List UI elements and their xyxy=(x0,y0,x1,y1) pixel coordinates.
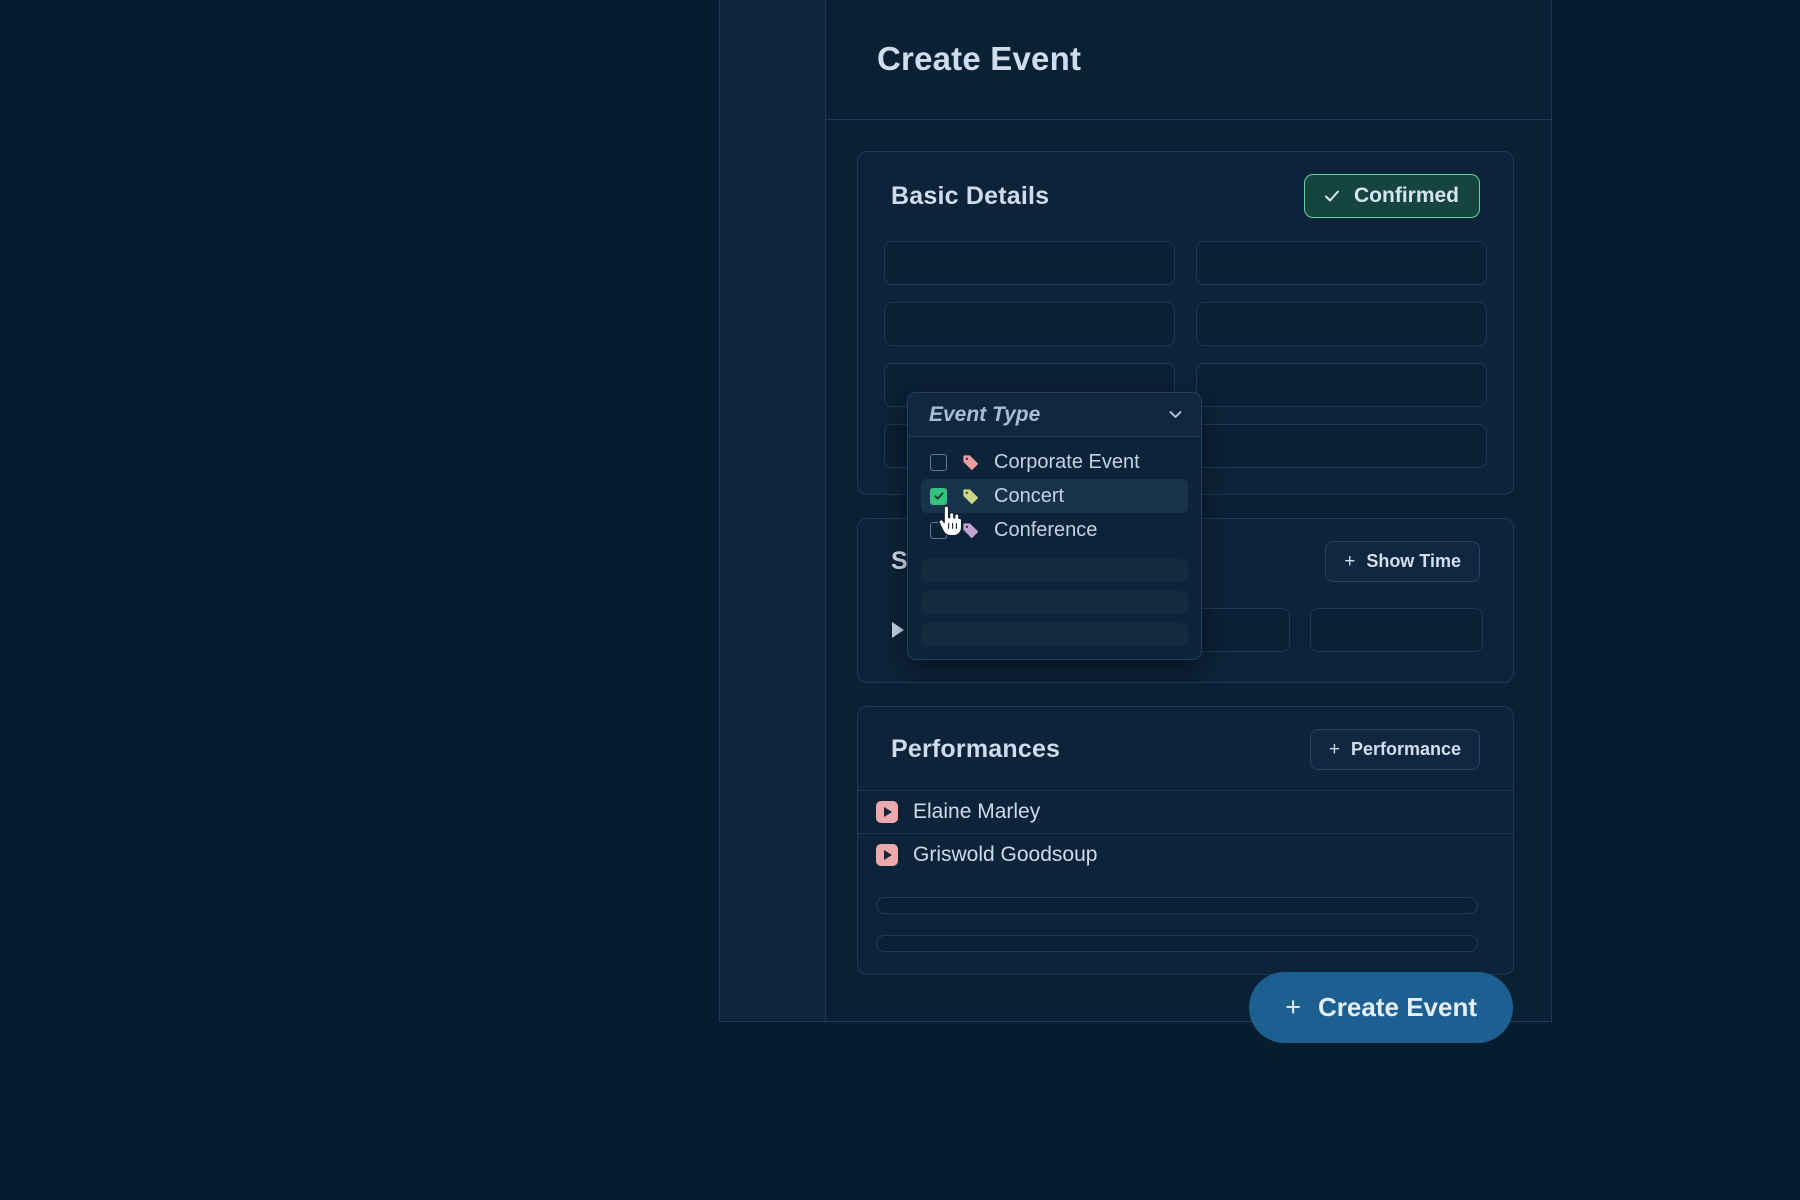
tag-icon xyxy=(961,487,980,506)
dropdown-skeleton-row xyxy=(921,591,1188,614)
performances-header: Performances + Performance xyxy=(858,707,1513,774)
list-item[interactable]: Griswold Goodsoup xyxy=(858,833,1513,876)
event-type-option-list: Corporate Event Concert Conference xyxy=(908,437,1201,659)
status-badge-label: Confirmed xyxy=(1354,184,1459,207)
performances-panel: Performances + Performance Elaine Marley… xyxy=(857,706,1514,975)
play-triangle-icon[interactable] xyxy=(892,622,904,638)
option-concert[interactable]: Concert xyxy=(921,479,1188,537)
chevron-down-icon xyxy=(1166,405,1185,424)
add-show-time-label: Show Time xyxy=(1366,551,1461,571)
performance-skeletons xyxy=(858,876,1513,974)
create-event-button[interactable]: + Create Event xyxy=(1249,972,1513,1043)
basic-details-title: Basic Details xyxy=(891,181,1050,210)
form-field-8[interactable] xyxy=(1196,424,1487,468)
performance-skeleton-row xyxy=(876,897,1478,914)
dropdown-skeleton-row xyxy=(921,623,1188,646)
status-badge[interactable]: Confirmed xyxy=(1304,174,1480,218)
option-checkbox[interactable] xyxy=(930,521,947,539)
plus-icon: + xyxy=(1344,551,1356,572)
tag-icon xyxy=(961,521,980,540)
event-type-placeholder: Event Type xyxy=(929,402,1041,426)
form-field-2[interactable] xyxy=(1196,241,1487,285)
option-corporate-event[interactable]: Corporate Event xyxy=(921,445,1188,479)
show-time-field-3[interactable] xyxy=(1310,608,1483,652)
app-window: Create Event Basic Details Confirmed Eve… xyxy=(719,0,1552,1043)
performance-skeleton-row xyxy=(876,935,1478,952)
page-header: Create Event xyxy=(826,0,1551,120)
tag-icon xyxy=(961,453,980,472)
basic-details-header: Basic Details Confirmed xyxy=(858,152,1513,222)
option-label: Concert xyxy=(994,484,1065,507)
event-type-select-trigger[interactable]: Event Type xyxy=(908,393,1201,437)
play-badge-icon xyxy=(876,844,898,866)
create-event-label: Create Event xyxy=(1318,992,1477,1022)
event-type-field-slot[interactable] xyxy=(884,241,1175,285)
event-type-dropdown-panel: Event Type Corporate Event Concert Confe… xyxy=(907,392,1202,660)
add-show-time-button[interactable]: + Show Time xyxy=(1325,541,1480,582)
option-checkbox[interactable] xyxy=(930,487,947,505)
performance-name: Griswold Goodsoup xyxy=(913,843,1098,866)
page-title: Create Event xyxy=(877,40,1082,77)
option-label: Conference xyxy=(994,518,1098,541)
list-item[interactable]: Elaine Marley xyxy=(858,790,1513,833)
add-performance-label: Performance xyxy=(1350,739,1461,759)
plus-icon: + xyxy=(1285,992,1302,1022)
performances-title: Performances xyxy=(891,735,1061,763)
form-field-4[interactable] xyxy=(1196,302,1487,346)
add-performance-button[interactable]: + Performance xyxy=(1309,729,1480,770)
main-column: Create Event Basic Details Confirmed Eve… xyxy=(826,0,1551,1021)
dropdown-skeleton-row xyxy=(921,559,1188,582)
performance-list: Elaine Marley Griswold Goodsoup xyxy=(858,790,1513,876)
option-checkbox[interactable] xyxy=(930,453,947,471)
form-field-3[interactable] xyxy=(884,302,1175,346)
option-label: Corporate Event xyxy=(994,450,1140,473)
plus-icon: + xyxy=(1328,739,1340,760)
option-conference[interactable]: Conference xyxy=(921,513,1188,547)
form-body: Basic Details Confirmed Event Type Corpo… xyxy=(826,120,1551,1021)
basic-details-panel: Basic Details Confirmed Event Type Corpo… xyxy=(857,151,1514,660)
form-field-6[interactable] xyxy=(1196,363,1487,407)
event-type-dropdown: Event Type Corporate Event Concert Confe… xyxy=(907,392,1202,660)
performance-name: Elaine Marley xyxy=(913,800,1041,823)
play-badge-icon xyxy=(876,801,898,823)
side-rail xyxy=(720,0,826,1021)
check-icon xyxy=(1322,186,1342,206)
